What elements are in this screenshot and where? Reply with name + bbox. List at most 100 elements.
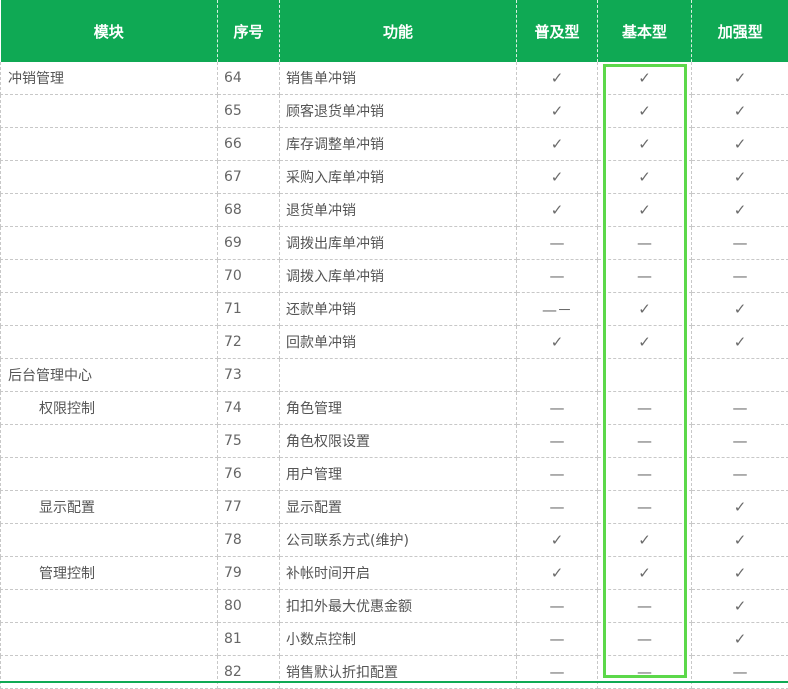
table-row: 68退货单冲销✓✓✓ [1, 194, 788, 227]
function-cell: 退货单冲销 [280, 194, 517, 227]
module-cell: 后台管理中心 [1, 359, 218, 392]
table-row: 69调拨出库单冲销——— [1, 227, 788, 260]
function-cell: 回款单冲销 [280, 326, 517, 359]
module-cell [1, 293, 218, 326]
basic-cell: ✓ [598, 62, 692, 95]
module-cell [1, 260, 218, 293]
enhanced-cell: — [692, 392, 788, 425]
table-row: 显示配置77显示配置——✓ [1, 491, 788, 524]
module-cell [1, 623, 218, 656]
enhanced-cell: ✓ [692, 128, 788, 161]
module-cell [1, 458, 218, 491]
module-cell: 权限控制 [1, 392, 218, 425]
bottom-rule [0, 681, 788, 683]
basic-pop-cell: ✓ [517, 326, 598, 359]
basic-pop-cell: — [517, 260, 598, 293]
enhanced-cell: — [692, 227, 788, 260]
table-row: 后台管理中心73 [1, 359, 788, 392]
function-cell: 顾客退货单冲销 [280, 95, 517, 128]
function-cell: 补帐时间开启 [280, 557, 517, 590]
basic-cell: ✓ [598, 293, 692, 326]
table-row: 65顾客退货单冲销✓✓✓ [1, 95, 788, 128]
function-cell: 用户管理 [280, 458, 517, 491]
function-cell: 角色管理 [280, 392, 517, 425]
module-cell [1, 590, 218, 623]
basic-cell: — [598, 260, 692, 293]
basic-pop-cell: ✓ [517, 95, 598, 128]
module-cell: 管理控制 [1, 557, 218, 590]
table-row: 70调拨入库单冲销——— [1, 260, 788, 293]
number-cell: 70 [218, 260, 280, 293]
table-body: 冲销管理64销售单冲销✓✓✓65顾客退货单冲销✓✓✓66库存调整单冲销✓✓✓67… [1, 62, 788, 689]
basic-pop-cell: — [517, 458, 598, 491]
table-row: 管理控制79补帐时间开启✓✓✓ [1, 557, 788, 590]
module-cell [1, 194, 218, 227]
basic-pop-cell: — [517, 491, 598, 524]
basic-cell: — [598, 623, 692, 656]
enhanced-cell: ✓ [692, 491, 788, 524]
header-module: 模块 [1, 0, 218, 62]
table-row: 66库存调整单冲销✓✓✓ [1, 128, 788, 161]
number-cell: 71 [218, 293, 280, 326]
module-cell [1, 95, 218, 128]
header-basic: 基本型 [598, 0, 692, 62]
table-row: 76用户管理——— [1, 458, 788, 491]
module-cell [1, 326, 218, 359]
basic-cell: ✓ [598, 557, 692, 590]
function-cell: 库存调整单冲销 [280, 128, 517, 161]
table-row: 冲销管理64销售单冲销✓✓✓ [1, 62, 788, 95]
number-cell: 80 [218, 590, 280, 623]
basic-pop-cell: ✓ [517, 161, 598, 194]
enhanced-cell: ✓ [692, 524, 788, 557]
number-cell: 64 [218, 62, 280, 95]
function-cell: 调拨出库单冲销 [280, 227, 517, 260]
function-cell: 公司联系方式(维护) [280, 524, 517, 557]
number-cell: 77 [218, 491, 280, 524]
number-cell: 72 [218, 326, 280, 359]
basic-cell: — [598, 491, 692, 524]
basic-cell [598, 359, 692, 392]
basic-pop-cell: —－ [517, 293, 598, 326]
function-cell: 小数点控制 [280, 623, 517, 656]
module-cell [1, 161, 218, 194]
enhanced-cell: ✓ [692, 557, 788, 590]
enhanced-cell: — [692, 260, 788, 293]
function-cell: 销售单冲销 [280, 62, 517, 95]
basic-cell: ✓ [598, 95, 692, 128]
header-num: 序号 [218, 0, 280, 62]
enhanced-cell: ✓ [692, 623, 788, 656]
enhanced-cell: ✓ [692, 194, 788, 227]
table-row: 81小数点控制——✓ [1, 623, 788, 656]
basic-pop-cell: — [517, 425, 598, 458]
number-cell: 74 [218, 392, 280, 425]
function-cell [280, 359, 517, 392]
basic-pop-cell: — [517, 392, 598, 425]
enhanced-cell: ✓ [692, 293, 788, 326]
function-cell: 显示配置 [280, 491, 517, 524]
basic-pop-cell: ✓ [517, 194, 598, 227]
basic-cell: — [598, 458, 692, 491]
feature-comparison-table: 模块 序号 功能 普及型 基本型 加强型 冲销管理64销售单冲销✓✓✓65顾客退… [0, 0, 788, 689]
basic-cell: — [598, 227, 692, 260]
function-cell: 还款单冲销 [280, 293, 517, 326]
header-func: 功能 [280, 0, 517, 62]
function-cell: 扣扣外最大优惠金额 [280, 590, 517, 623]
basic-pop-cell: ✓ [517, 128, 598, 161]
number-cell: 78 [218, 524, 280, 557]
header-basic-pop: 普及型 [517, 0, 598, 62]
number-cell: 79 [218, 557, 280, 590]
number-cell: 67 [218, 161, 280, 194]
function-cell: 调拨入库单冲销 [280, 260, 517, 293]
module-cell: 显示配置 [1, 491, 218, 524]
basic-pop-cell [517, 359, 598, 392]
enhanced-cell: — [692, 425, 788, 458]
module-cell [1, 425, 218, 458]
table-row: 78公司联系方式(维护)✓✓✓ [1, 524, 788, 557]
basic-cell: ✓ [598, 128, 692, 161]
enhanced-cell: — [692, 458, 788, 491]
function-cell: 角色权限设置 [280, 425, 517, 458]
basic-cell: ✓ [598, 524, 692, 557]
number-cell: 76 [218, 458, 280, 491]
number-cell: 73 [218, 359, 280, 392]
number-cell: 68 [218, 194, 280, 227]
